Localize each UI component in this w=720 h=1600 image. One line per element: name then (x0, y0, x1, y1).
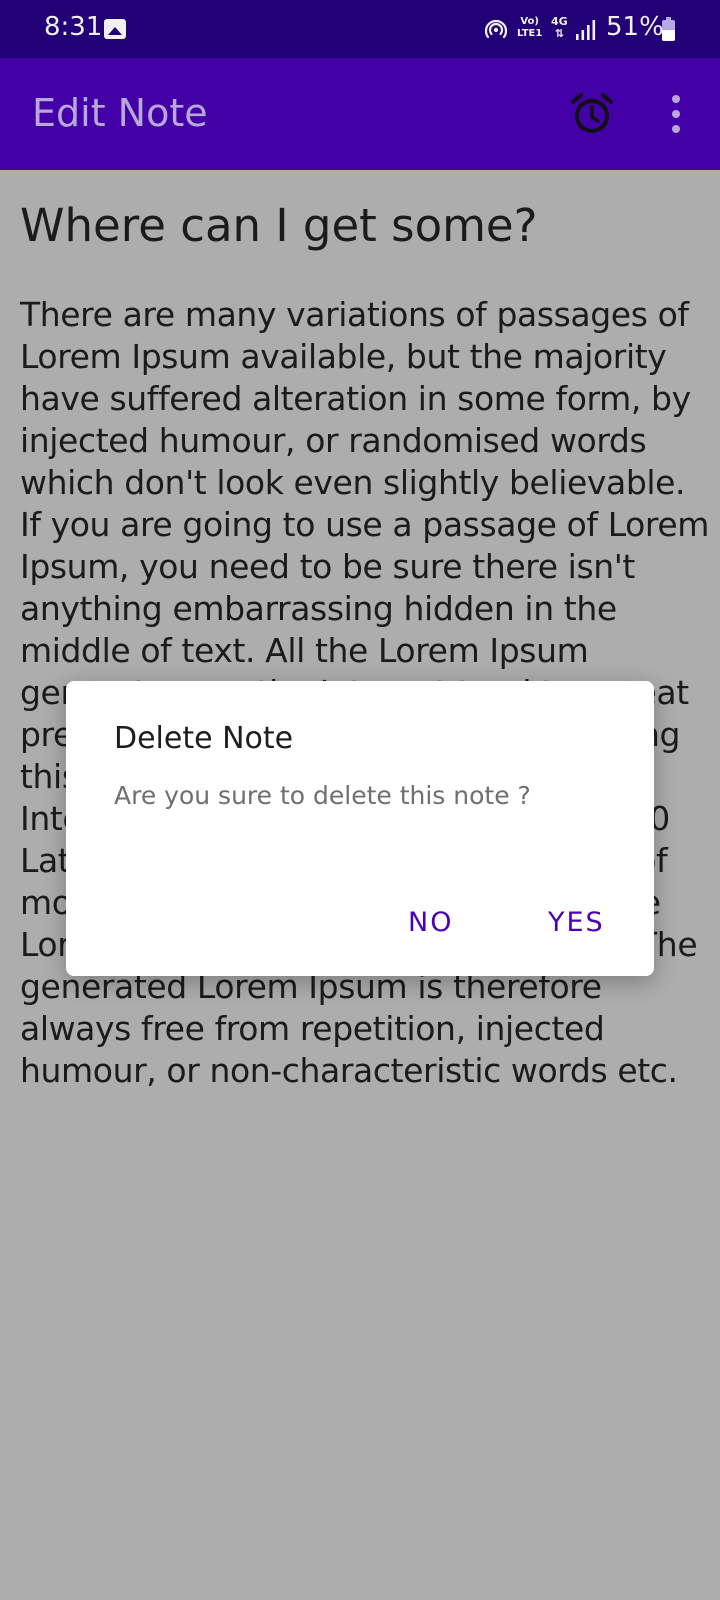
note-title[interactable]: Where can I get some? (20, 198, 700, 254)
app-bar: Edit Note (0, 58, 720, 170)
data-arrows-icon: ⇅ (554, 27, 564, 40)
status-bar: 8:31 Vo) LTE1 4G ⇅ 51% (0, 0, 720, 58)
battery-icon (662, 17, 675, 41)
gallery-icon (104, 19, 126, 39)
status-time: 8:31 (44, 12, 103, 42)
overflow-menu-button[interactable] (652, 88, 700, 140)
battery-percent: 51% (606, 12, 664, 42)
edit-note-screen: 8:31 Vo) LTE1 4G ⇅ 51% Edit Note Where c… (0, 0, 720, 1600)
dialog-title: Delete Note (114, 721, 294, 756)
page-title: Edit Note (32, 91, 208, 135)
more-vert-icon (672, 95, 680, 133)
no-button[interactable]: NO (408, 907, 453, 938)
alarm-icon (571, 93, 613, 133)
delete-note-dialog: Delete Note Are you sure to delete this … (66, 681, 654, 976)
dialog-message: Are you sure to delete this note ? (114, 781, 531, 810)
alarm-button[interactable] (566, 88, 618, 140)
yes-button[interactable]: YES (548, 907, 605, 938)
network-type: 4G ⇅ (551, 16, 568, 40)
volte-label-top: Vo) (520, 16, 539, 27)
hotspot-icon (484, 19, 508, 39)
volte-label-bottom: LTE1 (517, 28, 543, 39)
volte-icon: Vo) LTE1 (517, 16, 542, 40)
signal-icon (576, 20, 596, 40)
